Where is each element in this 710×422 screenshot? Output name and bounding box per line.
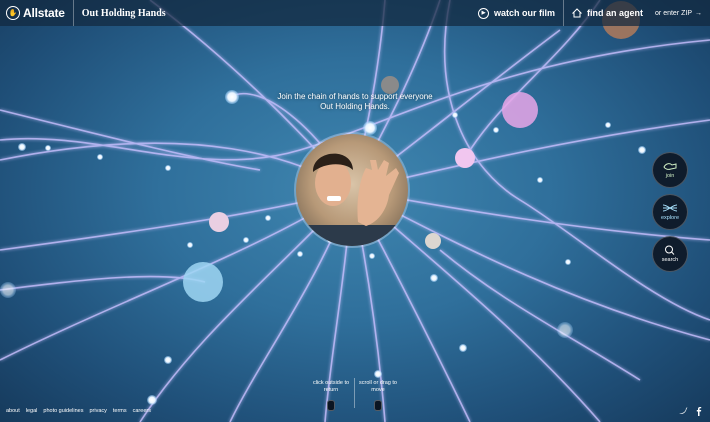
house-icon — [572, 8, 583, 18]
site-title[interactable]: Out Holding Hands — [82, 8, 166, 19]
footer-links: about legal photo guidelines privacy ter… — [6, 408, 157, 414]
hint-left-line-1: click outside to — [312, 380, 350, 386]
search-label: search — [661, 257, 679, 263]
explore-label: explore — [660, 215, 680, 221]
prompt-line-2: Out Holding Hands. — [320, 102, 390, 111]
scroll-drag-hint: scroll or drag to move — [354, 380, 402, 411]
header-divider — [72, 0, 74, 26]
hint-left-line-2: return — [323, 387, 339, 393]
arrow-right-icon: → — [695, 9, 702, 17]
footer-link-legal[interactable]: legal — [26, 408, 38, 414]
find-agent-button[interactable]: find an agent — [563, 0, 651, 26]
scroll-mouse-icon — [374, 400, 382, 411]
footer-link-careers[interactable]: careers — [133, 408, 151, 414]
watch-film-button[interactable]: ▶ watch our film — [470, 0, 563, 26]
hint-right-line-1: scroll or drag to — [359, 380, 397, 386]
threads-icon — [662, 204, 678, 212]
hand-chain-visualization[interactable] — [0, 0, 710, 422]
hands-logo-icon: ✋ — [6, 6, 20, 20]
facebook-icon[interactable] — [694, 406, 704, 416]
twitter-icon[interactable] — [678, 406, 688, 416]
click-outside-hint: click outside to return — [306, 380, 356, 411]
hands-icon — [663, 163, 677, 170]
join-button[interactable]: join — [652, 152, 688, 188]
top-navigation-bar: ✋ Allstate Out Holding Hands ▶ watch our… — [0, 0, 710, 26]
explore-button[interactable]: explore — [652, 194, 688, 230]
featured-avatar[interactable] — [294, 132, 410, 255]
prompt-line-1: Join the chain of hands to support every… — [277, 92, 433, 101]
play-icon: ▶ — [478, 7, 490, 19]
zip-entry[interactable]: or enter ZIP → — [651, 10, 710, 17]
join-prompt: Join the chain of hands to support every… — [255, 92, 455, 112]
brand-name: Allstate — [23, 6, 65, 20]
footer-link-photo-guidelines[interactable]: photo guidelines — [43, 408, 83, 414]
find-agent-label: find an agent — [587, 8, 644, 18]
footer-link-terms[interactable]: terms — [113, 408, 127, 414]
search-icon — [665, 245, 675, 255]
watch-film-label: watch our film — [494, 8, 556, 18]
join-label: join — [665, 173, 675, 179]
footer-link-privacy[interactable]: privacy — [89, 408, 106, 414]
footer-link-about[interactable]: about — [6, 408, 20, 414]
allstate-logo[interactable]: ✋ Allstate — [0, 0, 65, 26]
mouse-icon — [327, 400, 335, 411]
zip-label: or enter ZIP — [655, 9, 692, 17]
supporter-nodes — [0, 76, 646, 405]
hint-right-line-2: move — [371, 387, 385, 393]
search-button[interactable]: search — [652, 236, 688, 272]
